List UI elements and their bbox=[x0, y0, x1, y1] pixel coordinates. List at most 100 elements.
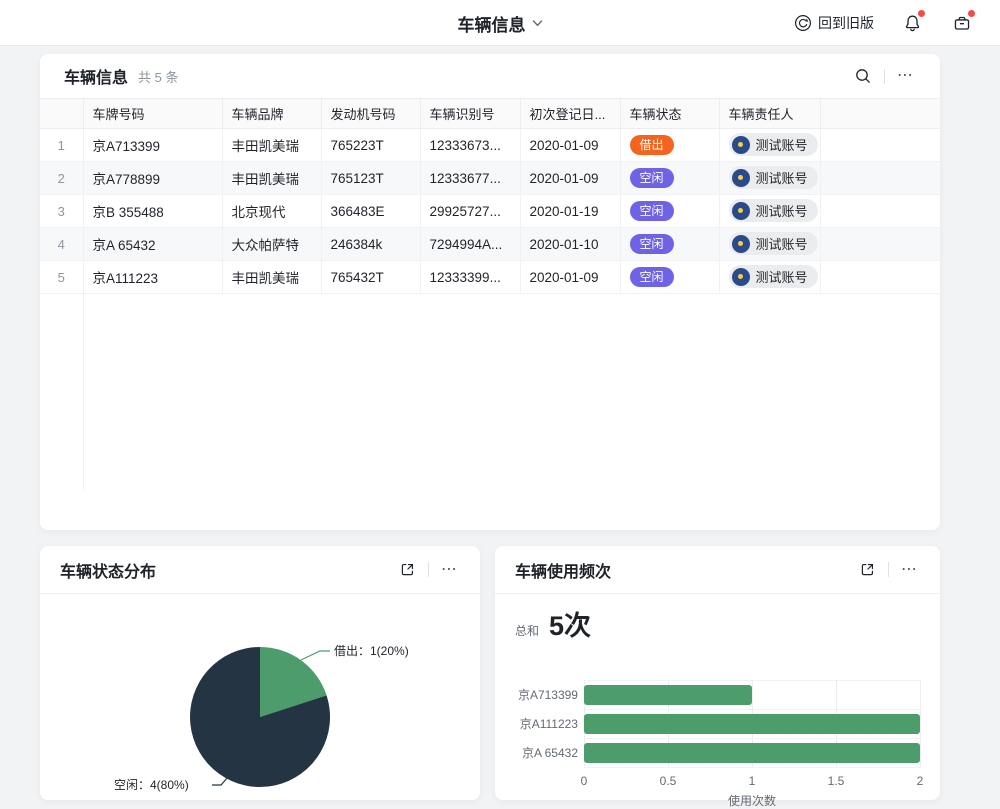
x-axis-tick: 0.5 bbox=[660, 774, 677, 788]
table-row[interactable]: 3 京B 355488 北京现代 366483E 29925727... 202… bbox=[40, 195, 940, 228]
back-to-old-version-label: 回到旧版 bbox=[818, 13, 874, 33]
cell-engine: 765223T bbox=[321, 129, 420, 162]
cell-engine: 765432T bbox=[321, 261, 420, 294]
cell-empty bbox=[820, 261, 940, 294]
avatar bbox=[732, 169, 750, 187]
table-header-row: 车牌号码 车辆品牌 发动机号码 车辆识别号 初次登记日... 车辆状态 车辆责任… bbox=[40, 99, 940, 129]
avatar bbox=[732, 202, 750, 220]
total-value: 5次 bbox=[549, 604, 591, 643]
cell-engine: 366483E bbox=[321, 195, 420, 228]
cell-brand: 丰田凯美瑞 bbox=[222, 261, 321, 294]
owner-pill: 测试账号 bbox=[729, 133, 818, 156]
owner-name: 测试账号 bbox=[756, 201, 808, 220]
cell-vin: 12333399... bbox=[420, 261, 520, 294]
leader-line-lent bbox=[301, 651, 330, 660]
avatar bbox=[732, 235, 750, 253]
open-in-new-icon bbox=[859, 561, 876, 578]
header-engine[interactable]: 发动机号码 bbox=[321, 99, 420, 129]
cell-plate: 京A 65432 bbox=[83, 228, 222, 261]
header-status[interactable]: 车辆状态 bbox=[620, 99, 719, 129]
divider bbox=[884, 69, 885, 84]
pie-more-button[interactable]: ⋯ bbox=[439, 562, 460, 578]
status-pie-chart: 借出：1(20%) 空闲：4(80%) bbox=[40, 595, 480, 800]
avatar bbox=[732, 268, 750, 286]
gridline-vertical bbox=[920, 680, 921, 767]
vehicle-table: 车牌号码 车辆品牌 发动机号码 车辆识别号 初次登记日... 车辆状态 车辆责任… bbox=[40, 98, 940, 294]
expand-chart-button[interactable] bbox=[856, 559, 878, 581]
category-label: 京A713399 bbox=[495, 687, 578, 703]
header-reg-date[interactable]: 初次登记日... bbox=[520, 99, 620, 129]
cell-plate: 京A778899 bbox=[83, 162, 222, 195]
cell-brand: 北京现代 bbox=[222, 195, 321, 228]
back-to-old-version-button[interactable]: 回到旧版 bbox=[794, 13, 874, 33]
cell-brand: 大众帕萨特 bbox=[222, 228, 321, 261]
table-row[interactable]: 4 京A 65432 大众帕萨特 246384k 7294994A... 202… bbox=[40, 228, 940, 261]
header-index bbox=[40, 99, 83, 129]
cell-empty bbox=[820, 129, 940, 162]
table-card-title: 车辆信息 bbox=[64, 64, 128, 88]
header-brand[interactable]: 车辆品牌 bbox=[222, 99, 321, 129]
cell-vin: 29925727... bbox=[420, 195, 520, 228]
cell-reg-date: 2020-01-19 bbox=[520, 195, 620, 228]
search-button[interactable] bbox=[852, 65, 874, 87]
cell-empty bbox=[820, 228, 940, 261]
cell-plate: 京A111223 bbox=[83, 261, 222, 294]
usage-bar-card: 车辆使用频次 ⋯ 总和 5次 00.511.52京A713399京A111223… bbox=[495, 546, 940, 800]
topbar: 车辆信息 回到旧版 bbox=[0, 0, 1000, 46]
cell-engine: 246384k bbox=[321, 228, 420, 261]
vehicle-table-card: 车辆信息 共 5 条 ⋯ 车牌号码 车辆品牌 发动机号码 bbox=[40, 54, 940, 530]
owner-name: 测试账号 bbox=[756, 267, 808, 286]
header-plate[interactable]: 车牌号码 bbox=[83, 99, 222, 129]
cell-reg-date: 2020-01-09 bbox=[520, 129, 620, 162]
header-vin[interactable]: 车辆识别号 bbox=[420, 99, 520, 129]
status-badge: 借出 bbox=[630, 135, 674, 155]
avatar bbox=[732, 136, 750, 154]
table-more-button[interactable]: ⋯ bbox=[895, 68, 916, 84]
page-title-dropdown[interactable]: 车辆信息 bbox=[458, 0, 543, 46]
bar-京A111223[interactable] bbox=[584, 714, 920, 734]
row-index: 1 bbox=[40, 129, 83, 162]
bar-card-header: 车辆使用频次 ⋯ bbox=[495, 546, 940, 594]
revert-icon bbox=[794, 14, 812, 32]
status-badge: 空闲 bbox=[630, 168, 674, 188]
bar-more-button[interactable]: ⋯ bbox=[899, 562, 920, 578]
divider bbox=[428, 562, 429, 577]
header-owner[interactable]: 车辆责任人 bbox=[719, 99, 820, 129]
index-column-divider bbox=[83, 293, 84, 490]
status-pie-card: 车辆状态分布 ⋯ 借出：1(20%) 空闲：4(80%) bbox=[40, 546, 480, 800]
cell-vin: 12333677... bbox=[420, 162, 520, 195]
usage-bar-chart: 00.511.52京A713399京A111223京A 65432使用次数 bbox=[495, 664, 940, 800]
divider bbox=[888, 562, 889, 577]
usage-total: 总和 5次 bbox=[515, 604, 591, 643]
notifications-button[interactable] bbox=[900, 11, 924, 35]
table-row[interactable]: 2 京A778899 丰田凯美瑞 765123T 12333677... 202… bbox=[40, 162, 940, 195]
x-axis-label: 使用次数 bbox=[728, 792, 776, 809]
record-count: 共 5 条 bbox=[138, 67, 178, 86]
bar-京A713399[interactable] bbox=[584, 685, 752, 705]
topbar-actions: 回到旧版 bbox=[794, 0, 974, 46]
status-badge: 空闲 bbox=[630, 201, 674, 221]
total-label: 总和 bbox=[515, 622, 539, 639]
owner-name: 测试账号 bbox=[756, 168, 808, 187]
bar-京A 65432[interactable] bbox=[584, 743, 920, 763]
workbench-button[interactable] bbox=[950, 11, 974, 35]
row-index: 4 bbox=[40, 228, 83, 261]
cell-reg-date: 2020-01-09 bbox=[520, 162, 620, 195]
expand-chart-button[interactable] bbox=[396, 559, 418, 581]
cell-reg-date: 2020-01-10 bbox=[520, 228, 620, 261]
table-row[interactable]: 1 京A713399 丰田凯美瑞 765223T 12333673... 202… bbox=[40, 129, 940, 162]
table-row[interactable]: 5 京A111223 丰田凯美瑞 765432T 12333399... 202… bbox=[40, 261, 940, 294]
workbench-dot bbox=[968, 10, 975, 17]
cell-engine: 765123T bbox=[321, 162, 420, 195]
category-label: 京A 65432 bbox=[495, 745, 578, 761]
open-in-new-icon bbox=[399, 561, 416, 578]
cell-reg-date: 2020-01-09 bbox=[520, 261, 620, 294]
cell-empty bbox=[820, 195, 940, 228]
chevron-down-icon bbox=[533, 20, 543, 27]
header-empty bbox=[820, 99, 940, 129]
owner-name: 测试账号 bbox=[756, 234, 808, 253]
owner-pill: 测试账号 bbox=[729, 166, 818, 189]
x-axis-tick: 0 bbox=[581, 774, 588, 788]
cell-plate: 京B 355488 bbox=[83, 195, 222, 228]
x-axis-tick: 1.5 bbox=[828, 774, 845, 788]
